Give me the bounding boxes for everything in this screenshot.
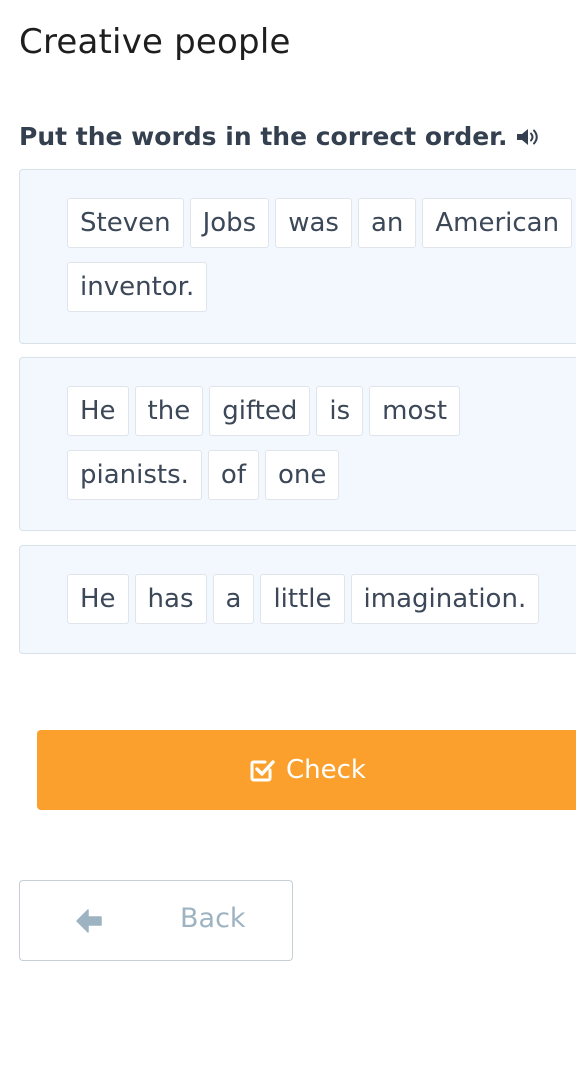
exercise-card-3: He has a little imagination. [19,545,576,654]
word-bank: Steven Jobs was an American inventor. [67,198,576,312]
word-chip[interactable]: gifted [209,386,311,436]
word-chip[interactable]: was [275,198,352,248]
word-chip[interactable]: inventor. [67,262,208,312]
word-chip[interactable]: Jobs [189,198,270,248]
word-chip[interactable]: American [422,198,573,248]
word-chip[interactable]: most [369,386,461,436]
word-chip[interactable]: an [357,198,417,248]
word-chip[interactable]: of [207,450,259,500]
page-title: Creative people [19,22,291,62]
instruction-text: Put the words in the correct order. [19,122,508,151]
check-button-label: Check [286,755,366,785]
word-chip[interactable]: pianists. [67,450,202,500]
word-chip[interactable]: He [67,574,129,624]
word-chip[interactable]: is [316,386,364,436]
word-chip[interactable]: Steven [67,198,184,248]
checkbox-check-icon [248,756,276,784]
arrow-left-icon [74,908,104,934]
word-bank: He has a little imagination. [67,574,576,624]
check-button[interactable]: Check [37,730,576,810]
word-chip[interactable]: He [67,386,129,436]
back-button[interactable]: Back [19,880,293,961]
back-button-label: Back [180,903,246,934]
word-chip[interactable]: little [260,574,345,624]
exercise-card-1: Steven Jobs was an American inventor. [19,169,576,344]
word-chip[interactable]: has [134,574,207,624]
word-bank: He the gifted is most pianists. of one [67,386,576,500]
exercise-card-2: He the gifted is most pianists. of one [19,357,576,531]
word-chip[interactable]: the [134,386,204,436]
word-chip[interactable]: one [264,450,340,500]
word-chip[interactable]: imagination. [350,574,540,624]
word-chip[interactable]: a [212,574,255,624]
instruction: Put the words in the correct order. [19,122,541,151]
speaker-icon[interactable] [515,126,541,148]
